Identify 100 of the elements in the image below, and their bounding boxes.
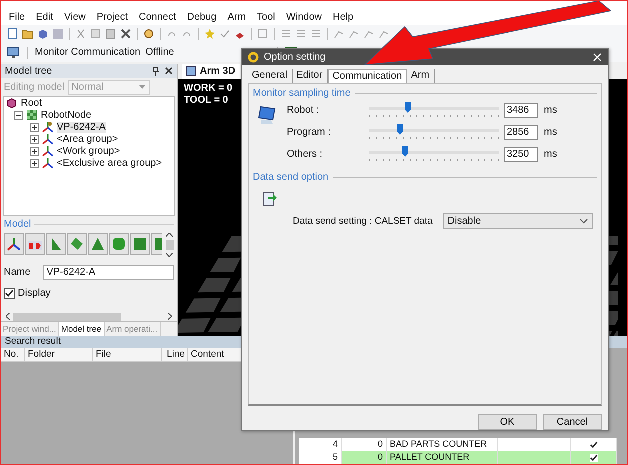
delete-icon[interactable] [120,28,132,40]
3d-model-button[interactable] [25,233,45,255]
value-field[interactable]: 3486 [504,102,538,118]
expand-icon[interactable] [30,146,39,156]
column-header[interactable]: Line [162,348,188,361]
scroll-down-icon[interactable] [166,253,173,257]
value-field[interactable]: 2856 [504,124,538,140]
expand-icon[interactable] [30,122,39,132]
unit-label: ms [544,126,558,138]
cylinder-icon [111,236,127,252]
group-title: Monitor sampling time [253,88,351,99]
axes-icon [6,236,22,252]
dialog-tab[interactable]: Arm [407,69,435,83]
coordinate-readout: WORK = 0 [184,83,233,95]
name-field[interactable]: VP-6242-A [42,265,174,280]
slider-track[interactable] [369,102,499,118]
scroll-left-icon[interactable] [6,313,10,320]
cube-button[interactable] [130,233,150,255]
row-checkbox[interactable] [590,454,598,462]
row-checkbox[interactable] [590,440,598,448]
data-send-label: Data send setting : CALSET data [293,216,433,226]
star-icon[interactable] [204,28,216,40]
menu-item[interactable]: Connect [138,12,176,23]
slider-label: Others : [287,148,324,160]
table-cell: 5 [299,451,342,464]
menu-item[interactable]: Tool [257,12,276,23]
search-result-title: Search result [5,336,61,347]
document-icon[interactable] [7,28,19,40]
slider-track[interactable] [369,146,499,162]
menu-item[interactable]: View [64,12,86,23]
cancel-button[interactable]: Cancel [543,414,602,430]
axes-icon [42,157,54,169]
column-header[interactable]: No. [1,348,25,361]
slider-track[interactable] [369,124,499,140]
slider-label: Program : [287,126,332,138]
menu-item[interactable]: Project [96,12,128,23]
axes-icon [42,133,54,145]
menu-item[interactable]: File [9,12,26,23]
scissors-icon[interactable] [75,28,87,40]
window-icon [186,66,197,77]
table-row[interactable]: 5 0 PALLET COUNTER [299,451,617,464]
panel-tab[interactable]: Model tree [59,322,105,336]
scroll-up-icon[interactable] [166,233,173,237]
table-cell: PALLET COUNTER [387,451,498,464]
monitor-icon[interactable] [7,46,20,59]
tree-item[interactable]: <Work group> [57,146,120,156]
slider-thumb[interactable] [405,102,411,113]
data-send-dropdown[interactable]: Disable [442,213,593,229]
panel-title: Model tree [5,66,52,76]
collapse-icon[interactable] [14,110,23,120]
group-title: Data send option [253,172,329,183]
dialog-title: Option setting [264,52,326,62]
prism-icon [69,236,85,252]
value-field[interactable]: 3250 [504,146,538,162]
coordinate-readout: TOOL = 0 [184,95,228,107]
cylinder-button[interactable] [109,233,129,255]
column-header[interactable]: File [93,348,162,361]
cone-icon [90,236,106,252]
expand-icon[interactable] [30,134,39,144]
dialog-tab[interactable]: Communication [328,69,408,83]
slider-label: Robot : [287,104,320,116]
close-icon[interactable] [165,66,173,74]
horizontal-scrollbar[interactable] [4,312,174,321]
vertical-scrollbar[interactable] [165,233,174,257]
tree-item[interactable]: <Area group> [57,134,118,144]
editing-model-label: Editing model [4,82,65,92]
magnifier-icon[interactable] [143,28,155,40]
wedge-button[interactable] [46,233,66,255]
display-label: Display [18,288,51,299]
tree-item[interactable]: Root [21,98,42,108]
table-cell: 0 [342,451,387,464]
cone-button[interactable] [88,233,108,255]
folder-icon[interactable] [22,28,34,40]
check-icon[interactable] [219,28,231,40]
menu-item[interactable]: Debug [187,12,217,23]
tree-item[interactable]: RobotNode [41,110,92,120]
pin-icon[interactable] [152,66,160,76]
monitor-communication-label: Monitor Communication [35,47,141,58]
slider-thumb[interactable] [397,124,404,135]
expand-icon[interactable] [30,158,39,168]
column-header[interactable]: Folder [25,348,93,361]
menu-item[interactable]: Window [286,12,322,23]
tree-item[interactable]: VP-6242-A [57,122,106,132]
menu-item[interactable]: Help [332,12,354,23]
menu-item[interactable]: Arm [228,12,246,23]
axes-icon [42,145,54,157]
prism-button[interactable] [67,233,87,255]
menu-item[interactable]: Edit [36,12,54,23]
view-tab[interactable]: Arm 3D [182,64,240,79]
display-checkbox[interactable] [4,288,15,299]
dialog-tab[interactable]: General [248,69,293,83]
checker-icon [26,109,38,121]
caret-icon [138,85,146,89]
slider-thumb[interactable] [402,146,408,157]
tree-item[interactable]: <Exclusive area group> [57,158,162,168]
scroll-right-icon[interactable] [168,313,172,320]
ok-button[interactable]: OK [478,414,537,430]
unit-label: ms [544,148,558,160]
name-label: Name [4,267,31,278]
axes-button[interactable] [4,233,24,255]
